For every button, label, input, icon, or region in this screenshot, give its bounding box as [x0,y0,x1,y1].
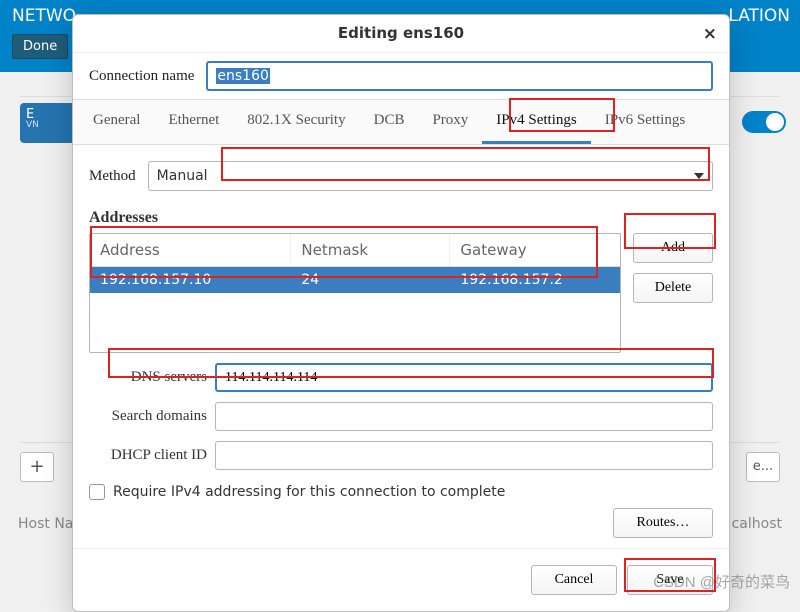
footer-divider [73,548,729,549]
bg-title-right: LATION [728,6,790,26]
cancel-button[interactable]: Cancel [531,565,617,595]
connection-name-label: Connection name [89,68,194,85]
tab-ipv4-settings[interactable]: IPv4 Settings [482,100,590,144]
method-value: Manual [157,168,208,184]
add-button[interactable]: Add [633,233,713,263]
dns-servers-label: DNS servers [89,369,207,386]
dns-servers-input[interactable] [215,363,713,392]
watermark: CSDN @好奇的菜鸟 [653,571,790,592]
dialog-title: Editing ens160 [338,24,464,42]
cell-gateway[interactable]: 192.168.157.2 [450,267,620,293]
bg-title-left: NETWO [12,6,76,26]
addresses-heading: Addresses [73,199,729,233]
tab-dcb[interactable]: DCB [360,100,419,144]
bg-add-button[interactable]: + [20,452,54,482]
search-domains-label: Search domains [89,408,207,425]
bg-edit-button[interactable]: e... [746,452,780,482]
tab-ethernet[interactable]: Ethernet [154,100,233,144]
th-gateway[interactable]: Gateway [450,234,620,266]
tab-general[interactable]: General [79,100,154,144]
search-domains-input[interactable] [215,402,713,431]
require-ipv4-checkbox[interactable] [89,484,105,500]
cell-netmask[interactable]: 24 [291,267,450,293]
connection-name-value: ens160 [216,68,270,84]
require-ipv4-label: Require IPv4 addressing for this connect… [113,484,505,500]
tab-ipv6-settings[interactable]: IPv6 Settings [591,100,699,144]
dhcp-client-id-label: DHCP client ID [89,447,207,464]
dialog-title-bar: Editing ens160 × [73,15,729,53]
tabs-bar: General Ethernet 802.1X Security DCB Pro… [73,99,729,145]
method-select[interactable]: Manual [148,161,713,191]
table-row[interactable]: 192.168.157.10 24 192.168.157.2 [90,267,620,293]
edit-connection-dialog: Editing ens160 × Connection name ens160 … [72,14,730,612]
delete-button[interactable]: Delete [633,273,713,303]
cell-address[interactable]: 192.168.157.10 [90,267,291,293]
tab-proxy[interactable]: Proxy [418,100,482,144]
th-netmask[interactable]: Netmask [291,234,450,266]
bg-hostname-value: calhost [732,516,782,532]
chevron-down-icon [694,173,704,179]
table-header-row: Address Netmask Gateway [90,234,620,267]
bg-hostname-label: Host Na [18,516,73,532]
tab-8021x[interactable]: 802.1X Security [233,100,359,144]
close-icon[interactable]: × [703,24,717,44]
th-address[interactable]: Address [90,234,291,266]
interface-toggle[interactable] [742,111,786,133]
connection-name-input[interactable]: ens160 [206,61,713,91]
interface-card[interactable]: E VN [20,103,76,143]
done-button[interactable]: Done [12,34,68,59]
routes-button[interactable]: Routes… [613,508,713,538]
method-label: Method [89,168,136,185]
dhcp-client-id-input[interactable] [215,441,713,470]
addresses-table[interactable]: Address Netmask Gateway 192.168.157.10 2… [89,233,621,353]
